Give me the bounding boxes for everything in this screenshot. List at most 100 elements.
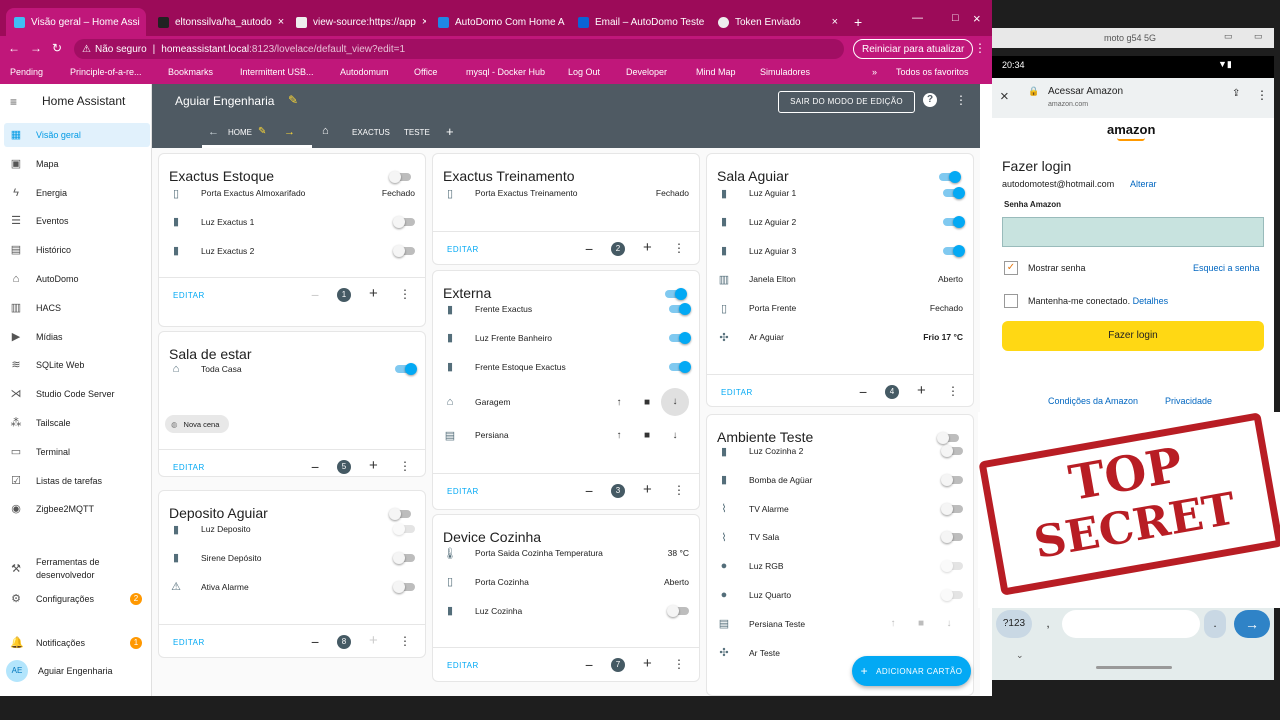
entity-row[interactable]: ▯ Porta Exactus Treinamento Fechado	[443, 181, 689, 205]
toggle-switch[interactable]	[941, 531, 963, 544]
entity-row[interactable]: ● Luz RGB	[717, 554, 963, 578]
toggle-switch[interactable]	[943, 187, 965, 199]
bookmark[interactable]: Principle-of-a-re...	[70, 67, 142, 77]
close-icon[interactable]: ×	[140, 16, 147, 28]
card-menu-icon[interactable]: ⋮	[399, 287, 411, 301]
tab-visao-geral[interactable]: Visão geral – Home Assi×	[6, 8, 146, 36]
sidebar-item-mapa[interactable]: ▣ Mapa	[4, 152, 150, 176]
bookmark[interactable]: Pending	[10, 67, 43, 77]
entity-row[interactable]: ▮ Luz Cozinha 2	[717, 439, 963, 463]
key-period[interactable]: .	[1204, 610, 1226, 638]
decrease-icon[interactable]: −	[311, 459, 319, 475]
toggle-switch[interactable]	[393, 580, 415, 593]
entity-row[interactable]: ▯ Porta Cozinha Aberto	[443, 570, 689, 594]
entity-row[interactable]: ▤ Persiana Teste ↑ ■ ↓	[717, 612, 963, 636]
toggle-switch[interactable]	[669, 331, 691, 344]
entity-row[interactable]: ▮ Bomba de Agüar	[717, 468, 963, 492]
card-master-toggle[interactable]	[939, 171, 961, 183]
entity-row[interactable]: ▮ Luz Cozinha	[443, 599, 689, 623]
tab-github[interactable]: eltonssilva/ha_autodo ×	[150, 8, 284, 36]
entity-row[interactable]: ⌂ Garagem ↑ ■ ↓	[443, 388, 689, 416]
entity-row[interactable]: ▤ Persiana ↑ ■ ↓	[443, 423, 689, 447]
card-menu-icon[interactable]: ⋮	[673, 657, 685, 671]
arrow-down-icon[interactable]: ↓	[661, 430, 689, 441]
details-link[interactable]: Detalhes	[1133, 296, 1169, 306]
toggle-switch[interactable]	[393, 551, 415, 564]
entity-row[interactable]: ▮ Luz Aguiar 3	[717, 239, 965, 263]
reload-icon[interactable]: ↻	[52, 41, 62, 55]
close-icon[interactable]: ×	[1000, 88, 1009, 105]
toggle-switch[interactable]	[393, 215, 415, 228]
edit-button[interactable]: EDITAR	[173, 463, 205, 472]
toggle-switch[interactable]	[941, 589, 963, 601]
entity-row[interactable]: ▮ Luz Aguiar 2	[717, 210, 965, 234]
toggle-switch[interactable]	[943, 244, 965, 257]
entity-row[interactable]: ▮ Sirene Depósito	[169, 546, 415, 570]
increase-icon[interactable]: +	[643, 481, 652, 498]
entity-row[interactable]: ▮ Luz Exactus 1	[169, 210, 415, 234]
move-left-icon[interactable]: ←	[208, 126, 219, 138]
increase-icon[interactable]: +	[369, 632, 378, 649]
pencil-icon[interactable]: ✎	[288, 93, 298, 107]
add-card-button[interactable]: + ADICIONAR CARTÃO	[852, 656, 971, 686]
sidebar-item-eventos[interactable]: ☰ Eventos	[4, 209, 150, 233]
entity-row[interactable]: ⌇ TV Sala	[717, 525, 963, 549]
window-close-icon[interactable]: ▭	[1254, 31, 1263, 42]
sidebar-item-energia[interactable]: ϟ Energia	[4, 181, 150, 205]
overflow-menu-icon[interactable]: ⋮	[955, 93, 967, 107]
bookmark[interactable]: Simuladores	[760, 67, 810, 77]
tab-home[interactable]: HOME	[228, 128, 252, 137]
edit-button[interactable]: EDITAR	[447, 661, 479, 670]
entity-row[interactable]: ⌇ TV Alarme	[717, 497, 963, 521]
decrease-icon[interactable]: −	[311, 634, 319, 650]
edit-button[interactable]: EDITAR	[447, 245, 479, 254]
arrow-down-icon[interactable]: ↓	[935, 618, 963, 629]
help-icon[interactable]: ?	[923, 93, 937, 107]
sidebar-item-hist-rico[interactable]: ▤ Histórico	[4, 238, 150, 262]
entity-row[interactable]: ▮ Luz Aguiar 1	[717, 181, 965, 205]
forward-icon[interactable]: →	[30, 41, 42, 55]
toggle-switch[interactable]	[669, 360, 691, 373]
entity-row[interactable]: ▮ Frente Exactus	[443, 297, 691, 321]
menu-icon[interactable]: ⋮	[974, 41, 986, 55]
decrease-icon[interactable]: −	[585, 241, 593, 257]
entity-row[interactable]: ▮ Frente Estoque Exactus	[443, 355, 691, 379]
password-input[interactable]	[1002, 217, 1264, 247]
sidebar-item-settings[interactable]: ⚙ Configurações 2	[4, 587, 150, 611]
entity-row[interactable]: ▥ Janela Elton Aberto	[717, 267, 963, 291]
sidebar-item-notifications[interactable]: 🔔 Notificações 1	[4, 631, 150, 655]
card-menu-icon[interactable]: ⋮	[673, 241, 685, 255]
forgot-password-link[interactable]: Esqueci a senha	[1193, 263, 1260, 273]
arrow-up-icon[interactable]: ↑	[605, 430, 633, 441]
card-menu-icon[interactable]: ⋮	[399, 634, 411, 648]
bookmark[interactable]: Intermittent USB...	[240, 67, 314, 77]
close-icon[interactable]: ×	[826, 16, 838, 28]
close-icon[interactable]: ×	[565, 16, 567, 28]
toggle-switch[interactable]	[669, 303, 691, 315]
window-close-icon[interactable]: ×	[973, 11, 981, 26]
sidebar-item-tailscale[interactable]: ⁂ Tailscale	[4, 411, 150, 435]
add-view-icon[interactable]: +	[446, 124, 454, 139]
edit-button[interactable]: EDITAR	[721, 388, 753, 397]
entity-row[interactable]: ⌂ Toda Casa	[169, 357, 417, 381]
minimize-icon[interactable]: ▭	[1224, 31, 1233, 42]
entity-row[interactable]: ▯ Porta Exactus Almoxarifado Fechado	[169, 181, 415, 205]
decrease-icon[interactable]: −	[585, 657, 593, 673]
sidebar-item-vis-o-geral[interactable]: ▦ Visão geral	[4, 123, 150, 147]
bookmark[interactable]: Todos os favoritos	[896, 67, 969, 77]
sign-in-button[interactable]: Fazer login	[1002, 321, 1264, 351]
menu-toggle-icon[interactable]: ≡	[10, 95, 17, 109]
increase-icon[interactable]: +	[917, 382, 926, 399]
toggle-switch[interactable]	[941, 560, 963, 573]
restart-update-button[interactable]: Reiniciar para atualizar	[853, 39, 974, 59]
arrow-up-icon[interactable]: ↑	[879, 618, 907, 629]
maximize-icon[interactable]: □	[952, 12, 959, 24]
decrease-icon[interactable]: −	[585, 483, 593, 499]
card-menu-icon[interactable]: ⋮	[673, 483, 685, 497]
bookmark[interactable]: Autodomum	[340, 67, 389, 77]
tab-token[interactable]: Token Enviado ×	[710, 8, 846, 36]
keep-signed-in-checkbox[interactable]	[1004, 294, 1018, 308]
sidebar-item-profile[interactable]: AE Aguiar Engenharia	[4, 659, 150, 683]
stop-icon[interactable]: ■	[633, 430, 661, 441]
bookmark[interactable]: Office	[414, 67, 437, 77]
